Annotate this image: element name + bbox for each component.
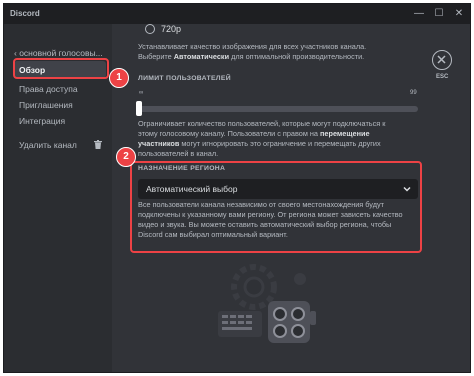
sidebar-item-integrations[interactable]: Интеграция <box>14 112 106 129</box>
trash-icon[interactable] <box>94 140 102 149</box>
video-quality-description: Устанавливает качество изображения для в… <box>138 42 367 61</box>
settings-sidebar: ‹ основной голосовы... Обзор Права досту… <box>4 24 112 372</box>
close-settings-button[interactable] <box>432 50 452 70</box>
slider-max-tick: 99 <box>410 90 417 96</box>
region-description: Все пользователи канала независимо от св… <box>138 200 403 239</box>
region-select[interactable]: Автоматический выбор <box>138 179 418 199</box>
user-limit-slider-handle[interactable] <box>136 101 142 116</box>
user-limit-label: ЛИМИТ ПОЛЬЗОВАТЕЛЕЙ <box>138 75 231 82</box>
radio-720p[interactable] <box>145 24 155 34</box>
annotation-badge-2: 2 <box>116 147 136 167</box>
sidebar-item-invites[interactable]: Приглашения <box>14 96 106 113</box>
esc-label: ESC <box>436 74 449 80</box>
title-bar: Discord — ☐ ✕ <box>4 4 470 24</box>
annotation-highlight-overview <box>13 58 109 79</box>
radio-720p-label: 720p <box>161 24 182 34</box>
region-select-value: Автоматический выбор <box>146 184 238 194</box>
chevron-down-icon <box>403 186 411 192</box>
minimize-button[interactable]: — <box>412 7 426 21</box>
channel-back-header[interactable]: ‹ основной голосовы... <box>14 48 103 58</box>
app-title: Discord <box>10 9 40 18</box>
annotation-badge-1: 1 <box>109 68 129 88</box>
settings-main: 720p Устанавливает качество изображения … <box>112 24 470 372</box>
gear-illustration-icon <box>218 264 316 343</box>
sidebar-item-permissions[interactable]: Права доступа <box>14 80 106 97</box>
close-window-button[interactable]: ✕ <box>452 7 466 21</box>
close-icon <box>437 55 446 64</box>
discord-window: Discord — ☐ ✕ ‹ основной голосовы... Обз… <box>3 3 471 373</box>
sidebar-item-delete-channel[interactable]: Удалить канал <box>14 136 106 153</box>
user-limit-description: Ограничивает количество пользователей, к… <box>138 119 386 158</box>
slider-min-tick: ∞ <box>139 90 144 96</box>
user-limit-slider-track[interactable] <box>138 106 418 112</box>
region-label: НАЗНАЧЕНИЕ РЕГИОНА <box>138 165 226 172</box>
maximize-button[interactable]: ☐ <box>432 7 446 21</box>
